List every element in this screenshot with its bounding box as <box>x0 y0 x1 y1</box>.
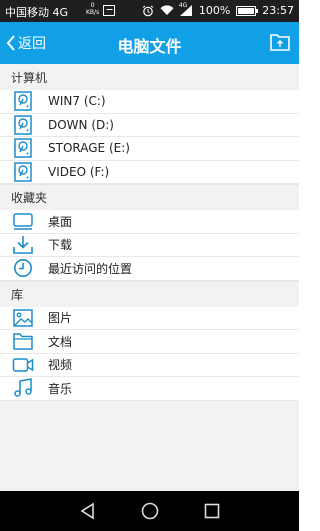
clock-icon <box>12 258 34 278</box>
list-item-drive-e[interactable]: STORAGE (E:) <box>0 137 299 161</box>
folder-upload-icon[interactable] <box>269 32 291 52</box>
nav-back-icon[interactable] <box>78 501 98 521</box>
page-title: 电脑文件 <box>117 37 182 56</box>
carrier-text: 中国移动 4G <box>5 6 69 19</box>
title-bar: 返回 电脑文件 <box>0 22 299 64</box>
folder-icon <box>12 331 34 351</box>
list-item-label: 最近访问的位置 <box>48 261 133 276</box>
net-speed-unit: KB/s <box>86 9 100 16</box>
list-item-label: WIN7 (C:) <box>48 94 106 109</box>
list-item-videos[interactable]: 视频 <box>0 353 299 377</box>
list-item-music[interactable]: 音乐 <box>0 377 299 401</box>
list-item-drive-d[interactable]: DOWN (D:) <box>0 113 299 137</box>
alarm-icon <box>142 5 154 16</box>
image-icon <box>12 308 34 328</box>
list-item-drive-c[interactable]: WIN7 (C:) <box>0 90 299 114</box>
hard-drive-icon <box>12 162 34 182</box>
net-speed: 0 KB/s <box>86 2 99 16</box>
status-bar: 中国移动 4G 0 KB/s 4G 100% 23:57 <box>0 0 299 22</box>
list-item-label: 下载 <box>48 238 73 253</box>
music-icon <box>12 378 34 398</box>
list-item-label: 桌面 <box>48 214 73 229</box>
video-icon <box>12 355 34 375</box>
signal-type-label: 4G <box>178 2 188 9</box>
battery-percent: 100% <box>198 4 231 17</box>
wifi-icon <box>160 5 174 15</box>
list-item-recent-places[interactable]: 最近访问的位置 <box>0 257 299 281</box>
list-item-label: STORAGE (E:) <box>48 141 130 156</box>
nav-recents-icon[interactable] <box>202 501 222 521</box>
list-item-downloads[interactable]: 下载 <box>0 233 299 257</box>
battery-icon <box>236 5 259 16</box>
hard-drive-icon <box>12 138 34 158</box>
hard-drive-icon <box>12 115 34 135</box>
list-item-documents[interactable]: 文档 <box>0 330 299 354</box>
nav-home-icon[interactable] <box>140 501 160 521</box>
file-list: 计算机 WIN7 (C:) DOWN (D:) STORAGE (E:) VID… <box>0 64 299 491</box>
section-header-favorites: 收藏夹 <box>0 184 299 210</box>
section-header-libraries: 库 <box>0 280 299 307</box>
download-icon <box>12 235 34 255</box>
list-item-label: 图片 <box>48 311 73 326</box>
image-notification-icon <box>103 5 115 16</box>
list-item-desktop[interactable]: 桌面 <box>0 210 299 234</box>
system-nav-bar <box>0 491 299 531</box>
list-item-label: DOWN (D:) <box>48 117 114 132</box>
section-header-computer: 计算机 <box>0 64 299 90</box>
list-item-drive-f[interactable]: VIDEO (F:) <box>0 160 299 184</box>
list-item-label: 视频 <box>48 358 73 373</box>
list-item-label: 音乐 <box>48 381 73 396</box>
hard-drive-icon <box>12 91 34 111</box>
list-item-label: VIDEO (F:) <box>48 164 110 179</box>
clock-time: 23:57 <box>262 4 294 17</box>
net-speed-value: 0 <box>90 2 95 9</box>
list-item-label: 文档 <box>48 334 73 349</box>
desktop-icon <box>12 211 34 231</box>
list-item-pictures[interactable]: 图片 <box>0 306 299 330</box>
